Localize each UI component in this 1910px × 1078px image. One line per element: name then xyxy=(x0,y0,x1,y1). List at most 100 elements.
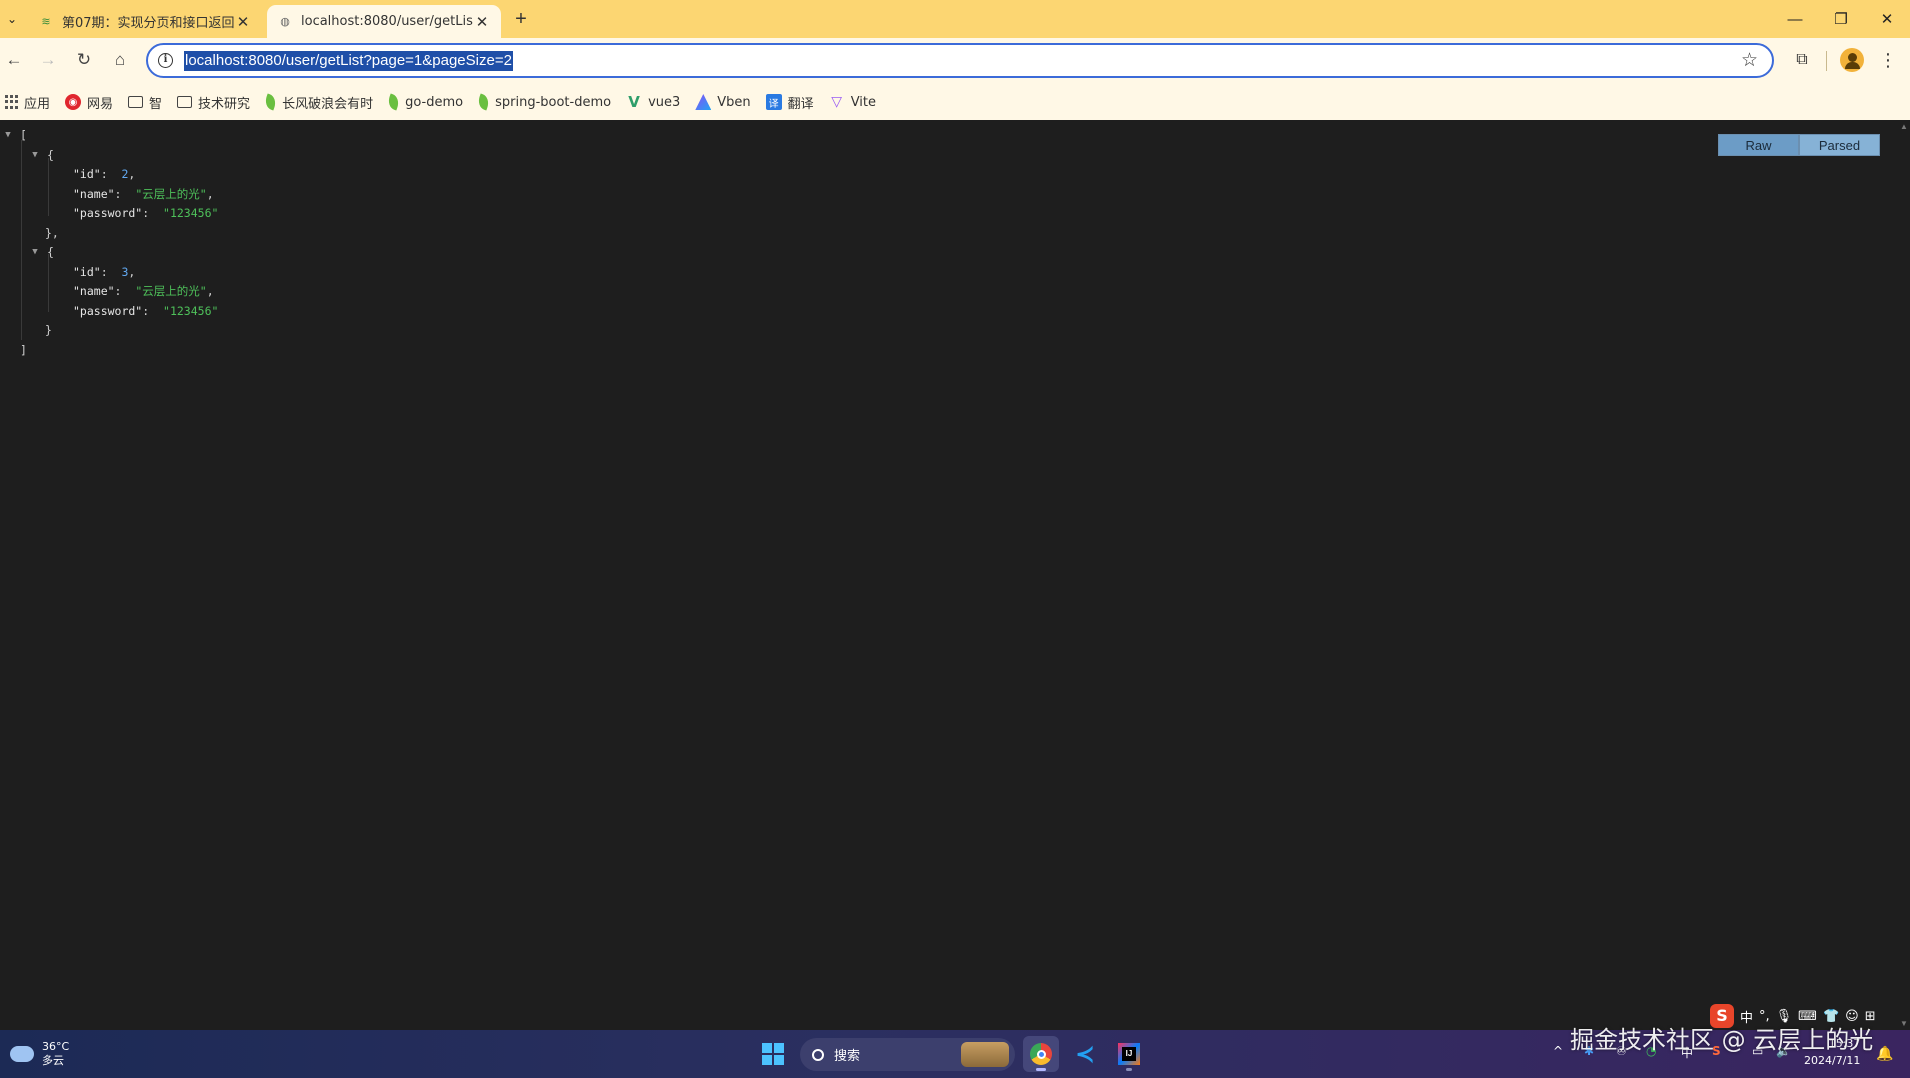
bookmark-label: spring-boot-demo xyxy=(495,94,612,110)
raw-button[interactable]: Raw xyxy=(1718,134,1799,156)
search-icon xyxy=(812,1048,824,1061)
chrome-icon xyxy=(1030,1043,1052,1065)
json-value-password: "123456" xyxy=(163,303,219,318)
taskbar-search[interactable]: 搜索 xyxy=(800,1038,1015,1071)
cloud-sun-icon xyxy=(10,1040,34,1062)
back-button[interactable]: ← xyxy=(0,46,28,74)
json-value-name: "云层上的光" xyxy=(135,284,207,298)
vertical-scrollbar[interactable]: ▲ ▼ xyxy=(1898,120,1910,1030)
vue-icon: V xyxy=(628,93,640,111)
translate-icon: 译 xyxy=(765,94,782,110)
browser-toolbar: ← → ↻ ⌂ i localhost:8080/user/getList?pa… xyxy=(0,38,1910,84)
tab-search-chevron-icon[interactable]: ⌄ xyxy=(2,7,22,31)
weather-widget[interactable]: 36°C 多云 xyxy=(10,1040,69,1068)
bookmark-label: vue3 xyxy=(648,94,681,110)
bookmark-vue3[interactable]: V vue3 xyxy=(626,89,688,115)
netease-icon: ◉ xyxy=(65,94,82,110)
json-value-password: "123456" xyxy=(163,206,219,220)
minimize-button[interactable]: — xyxy=(1772,0,1818,38)
intellij-icon: IJ xyxy=(1118,1043,1140,1065)
bookmark-folder-zhi[interactable]: 智 xyxy=(128,89,170,115)
windows-start-icon[interactable] xyxy=(762,1043,784,1065)
scroll-down-icon[interactable]: ▼ xyxy=(1900,1019,1908,1028)
forward-arrow-icon: → xyxy=(39,50,57,69)
bookmark-apps[interactable]: 应用 xyxy=(4,89,58,115)
search-placeholder: 搜索 xyxy=(834,1049,861,1064)
tab-juejin[interactable]: ≋ 第07期：实现分页和接口返回~ ✕ xyxy=(28,5,262,38)
tab-title: 第07期：实现分页和接口返回~ xyxy=(62,16,234,31)
leaf-icon xyxy=(386,93,402,111)
bookmark-vben[interactable]: Vben xyxy=(695,89,758,115)
notification-bell-icon[interactable]: 🔔 xyxy=(1876,1045,1893,1062)
json-viewer: ▼[ ▼{ "id": 2, "name": "云层上的光", "passwor… xyxy=(0,120,1910,1030)
indent-guide xyxy=(21,140,22,340)
show-hidden-icons-chevron-icon[interactable]: ^ xyxy=(1553,1044,1563,1058)
bookmark-label: 技术研究 xyxy=(198,96,251,112)
collapse-triangle-icon[interactable]: ▼ xyxy=(30,243,40,263)
bookmark-label: Vben xyxy=(717,94,751,110)
forward-button[interactable]: → xyxy=(34,46,62,74)
address-bar[interactable]: i localhost:8080/user/getList?page=1&pag… xyxy=(146,43,1774,78)
bookmark-vite[interactable]: ▽ Vite xyxy=(829,89,884,115)
active-indicator xyxy=(1036,1068,1046,1071)
apps-grid-icon xyxy=(4,95,18,109)
bookmark-label: 应用 xyxy=(24,96,51,112)
folder-icon xyxy=(177,96,193,108)
view-toggle: Raw Parsed xyxy=(1718,134,1880,156)
tab-strip: ⌄ ≋ 第07期：实现分页和接口返回~ ✕ ◍ localhost:8080/u… xyxy=(0,0,1910,38)
bookmark-star-icon[interactable]: ☆ xyxy=(1741,49,1758,72)
json-value-name: "云层上的光" xyxy=(135,186,207,201)
folder-icon xyxy=(128,96,144,108)
indent-guide xyxy=(48,158,49,216)
new-tab-button[interactable]: + xyxy=(510,8,532,30)
tab-close-icon[interactable]: ✕ xyxy=(473,13,491,31)
bookmark-go-demo[interactable]: go-demo xyxy=(386,89,471,115)
home-icon: ⌂ xyxy=(114,50,126,69)
bookmark-translate[interactable]: 译 翻译 xyxy=(765,89,822,115)
leaf-icon xyxy=(263,93,279,111)
close-window-button[interactable]: ✕ xyxy=(1864,0,1910,38)
bookmark-spring-boot-demo[interactable]: spring-boot-demo xyxy=(476,89,619,115)
more-menu-icon[interactable]: ⋮ xyxy=(1878,47,1898,73)
watermark: 掘金技术社区 @ 云层上的光 xyxy=(1570,1026,1874,1054)
browser-window: ⌄ ≋ 第07期：实现分页和接口返回~ ✕ ◍ localhost:8080/u… xyxy=(0,0,1910,1078)
profile-avatar[interactable] xyxy=(1840,48,1864,72)
search-highlight-image xyxy=(961,1042,1009,1067)
extensions-puzzle-icon[interactable]: ⧉ xyxy=(1789,47,1815,73)
temperature: 36°C xyxy=(42,1040,70,1053)
collapse-triangle-icon[interactable]: ▼ xyxy=(3,126,13,146)
bookmark-folder-tech[interactable]: 技术研究 xyxy=(177,89,258,115)
toolbar-divider xyxy=(1826,51,1827,71)
bookmark-label: Vite xyxy=(850,94,877,110)
leaf-icon xyxy=(476,93,492,111)
taskbar-vscode[interactable]: ≺ xyxy=(1067,1036,1103,1072)
vite-icon: ▽ xyxy=(831,94,843,110)
url-text[interactable]: localhost:8080/user/getList?page=1&pageS… xyxy=(184,51,513,71)
bookmark-label: 翻译 xyxy=(787,96,814,112)
juejin-icon: ≋ xyxy=(41,15,51,28)
bookmarks-bar: 应用 ◉ 网易 智 技术研究 长风破浪会有时 go-demo spring-bo… xyxy=(0,84,1910,120)
vben-icon xyxy=(695,94,712,110)
indent-guide xyxy=(48,254,49,312)
globe-icon: ◍ xyxy=(280,15,290,28)
collapse-triangle-icon[interactable]: ▼ xyxy=(30,146,40,166)
taskbar-intellij[interactable]: IJ xyxy=(1111,1036,1147,1072)
tab-close-icon[interactable]: ✕ xyxy=(234,13,252,31)
parsed-button[interactable]: Parsed xyxy=(1799,134,1880,156)
reload-button[interactable]: ↻ xyxy=(70,46,98,74)
taskbar-chrome[interactable] xyxy=(1023,1036,1059,1072)
bookmark-label: go-demo xyxy=(405,94,464,110)
tab-localhost[interactable]: ◍ localhost:8080/user/getList?p ✕ xyxy=(267,5,501,38)
home-button[interactable]: ⌂ xyxy=(106,46,134,74)
back-arrow-icon: ← xyxy=(5,50,23,69)
running-indicator xyxy=(1126,1068,1132,1071)
restore-button[interactable]: ❐ xyxy=(1818,0,1864,38)
bookmark-changfeng[interactable]: 长风破浪会有时 xyxy=(263,89,381,115)
vscode-icon: ≺ xyxy=(1074,1040,1096,1068)
site-info-icon[interactable]: i xyxy=(158,53,173,68)
tab-title: localhost:8080/user/getList?p xyxy=(301,14,473,29)
bookmark-netease[interactable]: ◉ 网易 xyxy=(65,89,121,115)
bookmark-label: 网易 xyxy=(87,96,114,112)
scroll-up-icon[interactable]: ▲ xyxy=(1900,122,1908,131)
weather-condition: 多云 xyxy=(42,1054,64,1067)
